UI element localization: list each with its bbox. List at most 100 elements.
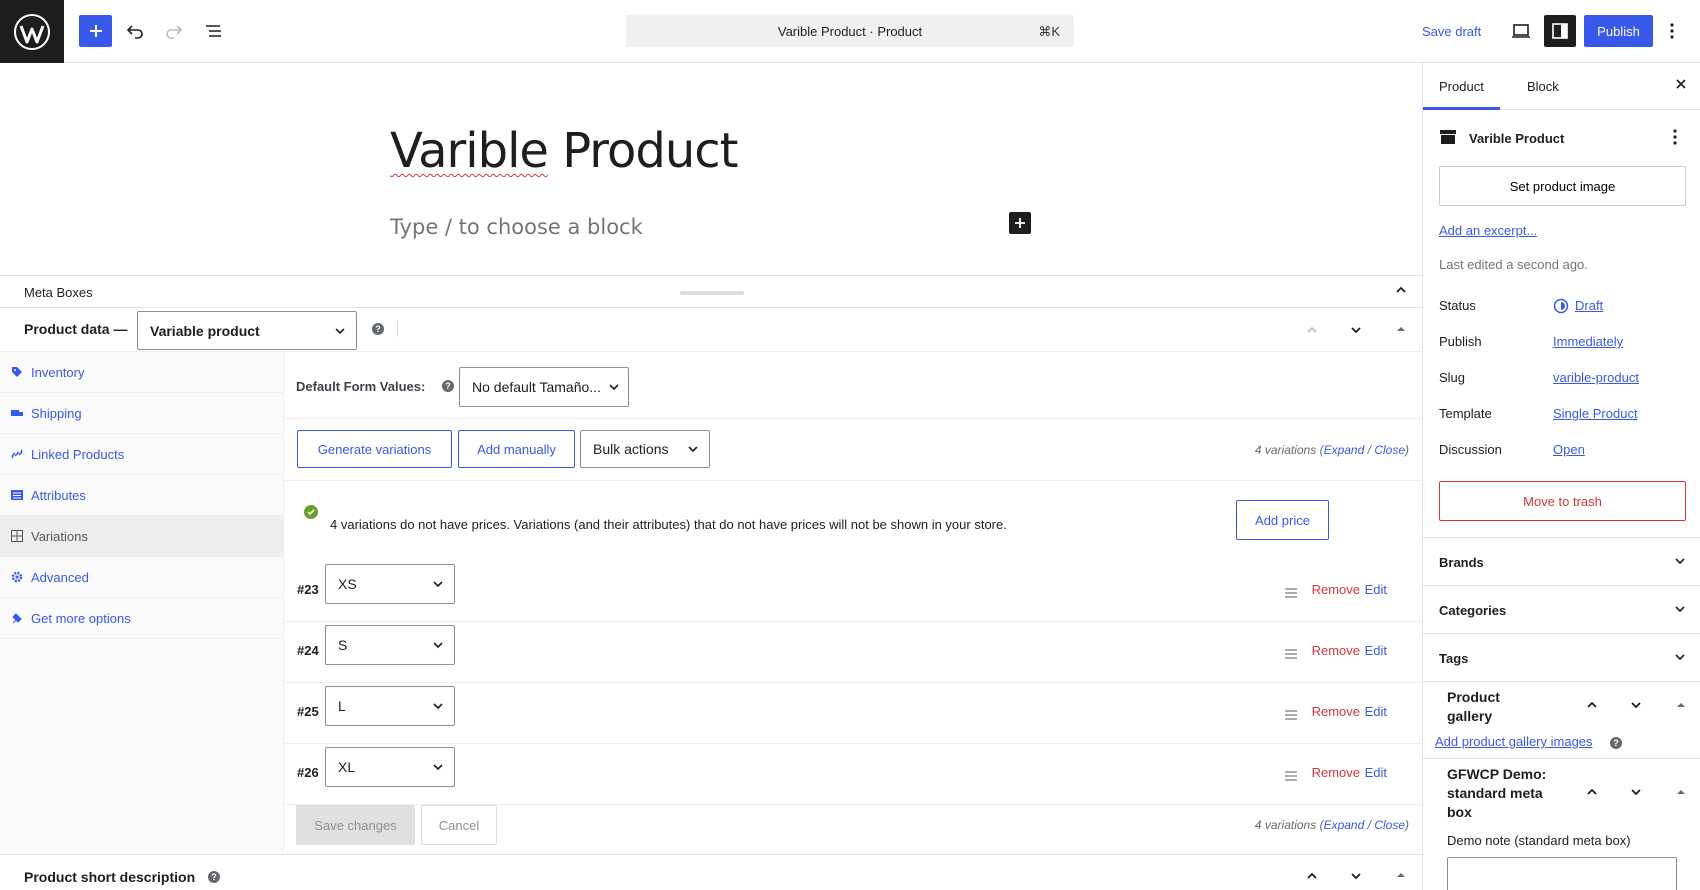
bulk-actions-select[interactable]: Bulk actions: [580, 430, 710, 468]
edit-variation-link[interactable]: Edit: [1365, 704, 1387, 719]
redo-button[interactable]: [157, 14, 191, 48]
expand-link[interactable]: Expand: [1324, 818, 1365, 832]
add-manually-button[interactable]: Add manually: [458, 430, 575, 468]
save-changes-button[interactable]: Save changes: [296, 805, 415, 845]
drag-handle-icon[interactable]: [1285, 769, 1297, 784]
discussion-value[interactable]: Open: [1553, 442, 1585, 457]
help-icon[interactable]: ?: [208, 871, 220, 883]
options-menu-button[interactable]: [1660, 14, 1684, 48]
move-up-icon[interactable]: [1305, 869, 1319, 883]
truck-icon: [11, 407, 23, 419]
remove-variation-link[interactable]: Remove: [1312, 704, 1360, 719]
command-palette-bar[interactable]: Varible Product · Product ⌘K: [626, 15, 1074, 47]
tab-attributes[interactable]: Attributes: [0, 475, 283, 516]
drag-handle-icon[interactable]: [1285, 586, 1297, 601]
document-overview-button[interactable]: [197, 14, 231, 48]
post-title[interactable]: Varible Product: [390, 123, 738, 179]
edit-variation-link[interactable]: Edit: [1365, 582, 1387, 597]
undo-button[interactable]: [118, 14, 152, 48]
remove-variation-link[interactable]: Remove: [1312, 765, 1360, 780]
close-link[interactable]: Close: [1374, 443, 1405, 457]
edit-variation-link[interactable]: Edit: [1365, 643, 1387, 658]
remove-variation-link[interactable]: Remove: [1312, 582, 1360, 597]
settings-sidebar-toggle[interactable]: [1544, 15, 1576, 47]
variation-row[interactable]: #25 L Remove Edit: [284, 683, 1422, 744]
toggle-panel-icon[interactable]: [1675, 699, 1687, 714]
slug-label: Slug: [1439, 370, 1466, 385]
tab-get-more-options[interactable]: Get more options: [0, 598, 283, 639]
tab-block[interactable]: Block: [1511, 63, 1575, 110]
expand-link[interactable]: Expand: [1324, 443, 1365, 457]
move-down-icon[interactable]: [1629, 785, 1643, 802]
cancel-button[interactable]: Cancel: [421, 805, 497, 845]
add-price-button[interactable]: Add price: [1236, 500, 1329, 540]
panel-categories[interactable]: Categories: [1423, 585, 1700, 633]
tab-inventory[interactable]: Inventory: [0, 352, 283, 393]
variation-attribute-select[interactable]: S: [325, 625, 455, 665]
move-down-icon[interactable]: [1629, 698, 1643, 715]
help-icon[interactable]: ?: [1610, 737, 1622, 749]
wordpress-logo-button[interactable]: [0, 0, 64, 63]
tab-variations[interactable]: Variations: [0, 516, 283, 557]
check-circle-icon: [304, 505, 318, 522]
variation-attribute-select[interactable]: XL: [325, 747, 455, 787]
publish-button[interactable]: Publish: [1584, 15, 1653, 47]
move-down-icon[interactable]: [1349, 869, 1363, 883]
resize-handle[interactable]: [680, 291, 744, 295]
notice-text: 4 variations do not have prices. Variati…: [330, 517, 1007, 532]
divider: [284, 480, 1422, 481]
template-value[interactable]: Single Product: [1553, 406, 1638, 421]
gfwcp-title: GFWCP Demo: standard meta box: [1447, 765, 1546, 822]
move-up-icon[interactable]: [1585, 785, 1599, 802]
tab-advanced[interactable]: Advanced: [0, 557, 283, 598]
variation-row[interactable]: #24 S Remove Edit: [284, 622, 1422, 683]
status-value[interactable]: Draft: [1575, 298, 1603, 313]
move-down-icon[interactable]: [1349, 323, 1363, 337]
slug-value[interactable]: varible-product: [1553, 370, 1639, 385]
more-vertical-icon[interactable]: [1673, 129, 1677, 148]
toggle-panel-icon[interactable]: [1675, 786, 1687, 801]
drag-handle-icon[interactable]: [1285, 647, 1297, 662]
archive-icon: [1439, 129, 1457, 148]
panel-tags[interactable]: Tags: [1423, 633, 1700, 681]
move-to-trash-button[interactable]: Move to trash: [1439, 481, 1686, 521]
generate-variations-button[interactable]: Generate variations: [297, 430, 452, 468]
add-gallery-images-link[interactable]: Add product gallery images: [1435, 734, 1593, 749]
remove-variation-link[interactable]: Remove: [1312, 643, 1360, 658]
draft-status-icon: [1553, 298, 1569, 317]
help-icon[interactable]: ?: [372, 323, 384, 335]
demo-note-textarea[interactable]: [1447, 857, 1677, 890]
publish-value[interactable]: Immediately: [1553, 334, 1623, 349]
block-inserter-toggle[interactable]: [79, 15, 112, 47]
set-product-image-button[interactable]: Set product image: [1439, 166, 1686, 206]
product-type-select[interactable]: Variable product: [137, 311, 357, 350]
default-form-select[interactable]: No default Tamaño...: [459, 367, 629, 407]
title-line: box: [1447, 804, 1472, 820]
move-up-icon[interactable]: [1585, 698, 1599, 715]
move-up-icon[interactable]: [1305, 323, 1319, 337]
toggle-panel-icon[interactable]: [1395, 869, 1407, 881]
chevron-up-icon[interactable]: [1394, 283, 1408, 297]
tab-linked-products[interactable]: Linked Products: [0, 434, 283, 475]
inline-inserter-button[interactable]: [1009, 212, 1031, 234]
tab-shipping[interactable]: Shipping: [0, 393, 283, 434]
preview-button[interactable]: [1504, 14, 1538, 48]
post-title-word: Product: [562, 123, 738, 179]
variation-attribute-select[interactable]: L: [325, 686, 455, 726]
product-data-tabs: Inventory Shipping Linked Products Attri…: [0, 351, 284, 855]
panel-brands[interactable]: Brands: [1423, 537, 1700, 585]
add-excerpt-link[interactable]: Add an excerpt...: [1439, 223, 1537, 238]
tab-label: Attributes: [31, 487, 86, 503]
save-draft-button[interactable]: Save draft: [1414, 15, 1489, 47]
variation-row[interactable]: #26 XL Remove Edit: [284, 744, 1422, 805]
variation-row[interactable]: #23 XS Remove Edit: [284, 561, 1422, 622]
close-link[interactable]: Close: [1374, 818, 1405, 832]
edit-variation-link[interactable]: Edit: [1365, 765, 1387, 780]
toggle-panel-icon[interactable]: [1395, 323, 1407, 335]
block-placeholder[interactable]: Type / to choose a block: [390, 215, 643, 239]
tab-product[interactable]: Product: [1423, 63, 1500, 110]
variation-attribute-select[interactable]: XS: [325, 564, 455, 604]
close-icon[interactable]: [1674, 77, 1688, 94]
drag-handle-icon[interactable]: [1285, 708, 1297, 723]
help-icon[interactable]: ?: [442, 380, 454, 392]
